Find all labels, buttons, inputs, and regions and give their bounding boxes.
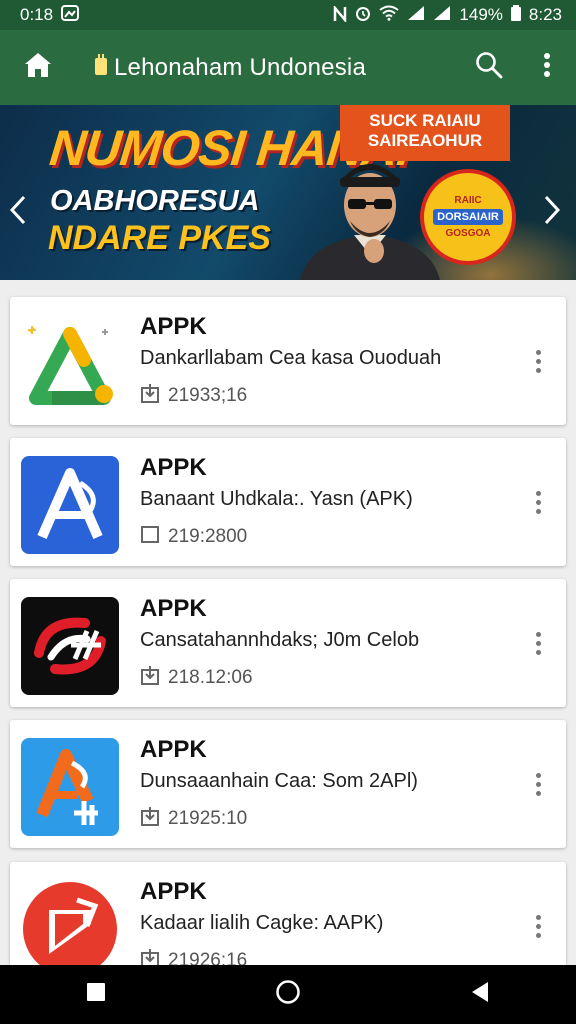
search-icon	[475, 51, 503, 84]
list-item-app-4[interactable]: APPK Dunsaaanhain Caa: Som 2APl) 21925:1…	[10, 720, 566, 848]
banner-badge: RAIIC DORSAIAIR GOSGOA	[420, 169, 516, 265]
app-meta-value: 219:2800	[168, 526, 248, 547]
system-nav-bar	[0, 965, 576, 1024]
dot	[535, 932, 541, 938]
download-icon	[140, 383, 160, 409]
home-icon	[23, 51, 53, 84]
chevron-right-icon	[544, 195, 561, 232]
home-button[interactable]	[0, 51, 76, 84]
app-meta-value: 218.12:06	[168, 667, 253, 688]
download-icon	[140, 665, 160, 691]
dot	[535, 631, 541, 637]
item-menu-button[interactable]	[528, 906, 548, 946]
dot	[535, 914, 541, 920]
app-name: APPK	[140, 313, 207, 340]
app-meta: 21933;16	[140, 383, 247, 409]
dot	[535, 349, 541, 355]
app-meta-value: 21926:16	[168, 950, 248, 965]
app-name: APPK	[140, 736, 207, 763]
dot	[535, 790, 541, 796]
signal-icon-2	[433, 5, 451, 26]
battery-level: 149%	[459, 5, 503, 24]
item-menu-button[interactable]	[528, 341, 548, 381]
alarm-icon	[355, 5, 371, 26]
banner-next-button[interactable]	[544, 195, 561, 232]
promo-line-2: SAIREAOHUR	[367, 131, 483, 150]
status-bar: 0:18 149% 8:23	[0, 0, 576, 30]
download-icon	[140, 948, 160, 965]
app-description: Kadaar lialih Cagke: AAPK)	[140, 912, 384, 934]
dot	[535, 367, 541, 373]
circle-icon	[275, 979, 301, 1010]
dot	[535, 923, 541, 929]
app-name: APPK	[140, 595, 207, 622]
banner-promo-box: SUCK RAIAIU SAIREAOHUR	[340, 105, 510, 161]
calendar-icon	[140, 524, 160, 550]
green-a-triangle-icon	[21, 315, 119, 413]
app-meta: 21926:16	[140, 948, 247, 965]
item-menu-button[interactable]	[528, 764, 548, 804]
app-bar: Lehonaham Undonesia	[0, 30, 576, 105]
badge-top: RAIIC	[454, 195, 482, 206]
chevron-left-icon	[9, 195, 26, 232]
app-logo-icon	[94, 54, 108, 81]
back-button[interactable]	[450, 975, 510, 1015]
banner-prev-button[interactable]	[9, 195, 26, 232]
app-meta: 218.12:06	[140, 665, 253, 691]
status-time-right: 8:23	[528, 5, 562, 24]
promo-banner[interactable]: NUMOSI HANAI OABHORESUA NDARE PKES SUCK …	[0, 105, 576, 280]
wifi-icon	[379, 5, 400, 26]
banner-subline-1: OABHORESUA	[50, 185, 260, 217]
app-meta: 219:2800	[140, 524, 247, 550]
item-menu-button[interactable]	[528, 482, 548, 522]
app-description: Banaant Uhdkala:. Yasn (APK)	[140, 488, 413, 510]
dot	[535, 508, 541, 514]
banner-subline-2: NDARE PKES	[48, 219, 271, 257]
app-meta: 21925:10	[140, 806, 247, 832]
blue-a-icon	[21, 456, 119, 554]
list-item-app-5[interactable]: APPK Kadaar lialih Cagke: AAPK) 21926:16	[10, 862, 566, 965]
promo-line-1: SUCK RAIAIU	[369, 111, 481, 130]
signal-icon	[407, 5, 425, 26]
overflow-menu-button[interactable]	[518, 52, 576, 83]
square-icon	[86, 982, 106, 1007]
app-meta-value: 21925:10	[168, 808, 248, 829]
more-vert-icon	[543, 52, 551, 83]
red-circle-icon	[21, 880, 119, 965]
badge-mid: DORSAIAIR	[433, 209, 503, 225]
dot	[535, 490, 541, 496]
list-item-app-1[interactable]: APPK Dankarllabam Cea kasa Ouoduah 21933…	[10, 297, 566, 425]
dot	[535, 649, 541, 655]
app-meta-value: 21933;16	[168, 385, 248, 406]
app-name: APPK	[140, 878, 207, 905]
app-description: Dunsaaanhain Caa: Som 2APl)	[140, 770, 418, 792]
dot	[535, 781, 541, 787]
search-button[interactable]	[460, 51, 518, 84]
app-name: APPK	[140, 454, 207, 481]
blue-orange-a-icon	[21, 738, 119, 836]
battery-icon	[510, 4, 521, 26]
dot	[535, 640, 541, 646]
download-icon	[140, 806, 160, 832]
dot	[535, 358, 541, 364]
status-time-left: 0:18	[20, 5, 54, 24]
black-red-swirl-icon	[21, 597, 119, 695]
list-item-app-2[interactable]: APPK Banaant Uhdkala:. Yasn (APK) 219:28…	[10, 438, 566, 566]
app-description: Cansatahannhdaks; J0m Celob	[140, 629, 420, 651]
app-title: Lehonaham Undonesia	[114, 53, 366, 81]
dot	[535, 499, 541, 505]
system-home-button[interactable]	[258, 975, 318, 1015]
item-menu-button[interactable]	[528, 623, 548, 663]
triangle-back-icon	[470, 981, 490, 1008]
recents-button[interactable]	[66, 975, 126, 1015]
notification-icon	[61, 4, 80, 26]
badge-bottom: GOSGOA	[445, 228, 491, 239]
app-list: APPK Dankarllabam Cea kasa Ouoduah 21933…	[0, 280, 576, 965]
list-item-app-3[interactable]: APPK Cansatahannhdaks; J0m Celob 218.12:…	[10, 579, 566, 707]
dot	[535, 772, 541, 778]
nfc-icon	[333, 4, 347, 25]
app-description: Dankarllabam Cea kasa Ouoduah	[140, 347, 442, 369]
